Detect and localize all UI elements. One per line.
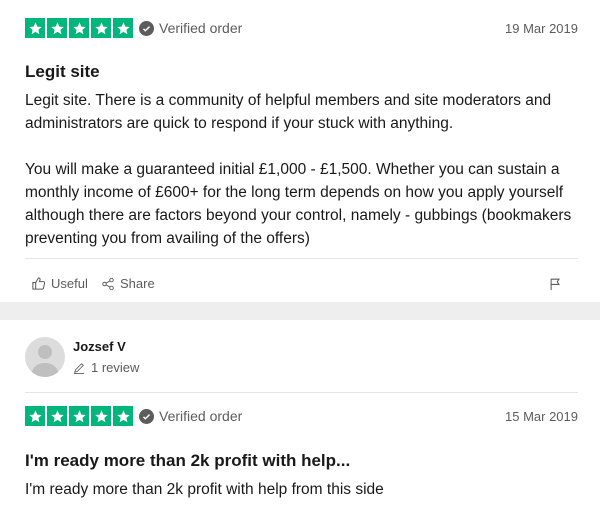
reviewer-name[interactable]: Jozsef V bbox=[73, 339, 126, 354]
verified-badge[interactable]: Verified order bbox=[139, 408, 242, 424]
review-title[interactable]: Legit site bbox=[25, 62, 100, 82]
verified-label: Verified order bbox=[159, 20, 243, 36]
star-icon bbox=[25, 18, 45, 38]
pencil-icon bbox=[73, 362, 85, 374]
useful-button[interactable]: Useful bbox=[31, 276, 88, 291]
check-circle-icon bbox=[139, 20, 154, 36]
useful-label: Useful bbox=[51, 276, 88, 291]
review-body: Legit site. There is a community of help… bbox=[25, 89, 580, 250]
star-icon bbox=[25, 406, 45, 426]
divider bbox=[25, 258, 578, 259]
star-rating bbox=[25, 18, 133, 38]
star-rating bbox=[25, 406, 133, 426]
review-count-label: 1 review bbox=[91, 360, 140, 375]
share-button[interactable]: Share bbox=[101, 276, 155, 291]
star-icon bbox=[69, 406, 89, 426]
review-date: 15 Mar 2019 bbox=[505, 409, 578, 424]
avatar-placeholder-icon bbox=[31, 345, 59, 377]
reviewer-review-count: 1 review bbox=[73, 360, 139, 375]
divider bbox=[25, 392, 578, 393]
review-card: Jozsef V 1 review Verified order 15 Mar … bbox=[0, 320, 600, 509]
star-icon bbox=[91, 406, 111, 426]
review-paragraph: I'm ready more than 2k profit with help … bbox=[25, 481, 384, 498]
avatar[interactable] bbox=[25, 337, 65, 377]
share-label: Share bbox=[120, 276, 155, 291]
flag-icon bbox=[550, 278, 560, 291]
star-icon bbox=[113, 406, 133, 426]
star-icon bbox=[47, 18, 67, 38]
star-icon bbox=[91, 18, 111, 38]
star-icon bbox=[47, 406, 67, 426]
share-icon bbox=[102, 277, 114, 290]
verified-label: Verified order bbox=[159, 408, 243, 424]
review-card: Verified order 19 Mar 2019 Legit site Le… bbox=[0, 0, 600, 302]
review-title[interactable]: I'm ready more than 2k profit with help.… bbox=[25, 451, 350, 471]
review-body: I'm ready more than 2k profit with help … bbox=[25, 478, 580, 501]
review-paragraph: You will make a guaranteed initial £1,00… bbox=[25, 161, 572, 247]
star-icon bbox=[113, 18, 133, 38]
check-circle-icon bbox=[139, 408, 154, 424]
review-date: 19 Mar 2019 bbox=[505, 21, 578, 36]
review-paragraph: Legit site. There is a community of help… bbox=[25, 92, 552, 132]
star-icon bbox=[69, 18, 89, 38]
thumbs-up-icon bbox=[32, 277, 46, 290]
verified-badge[interactable]: Verified order bbox=[139, 20, 242, 36]
report-flag-button[interactable] bbox=[549, 277, 562, 296]
